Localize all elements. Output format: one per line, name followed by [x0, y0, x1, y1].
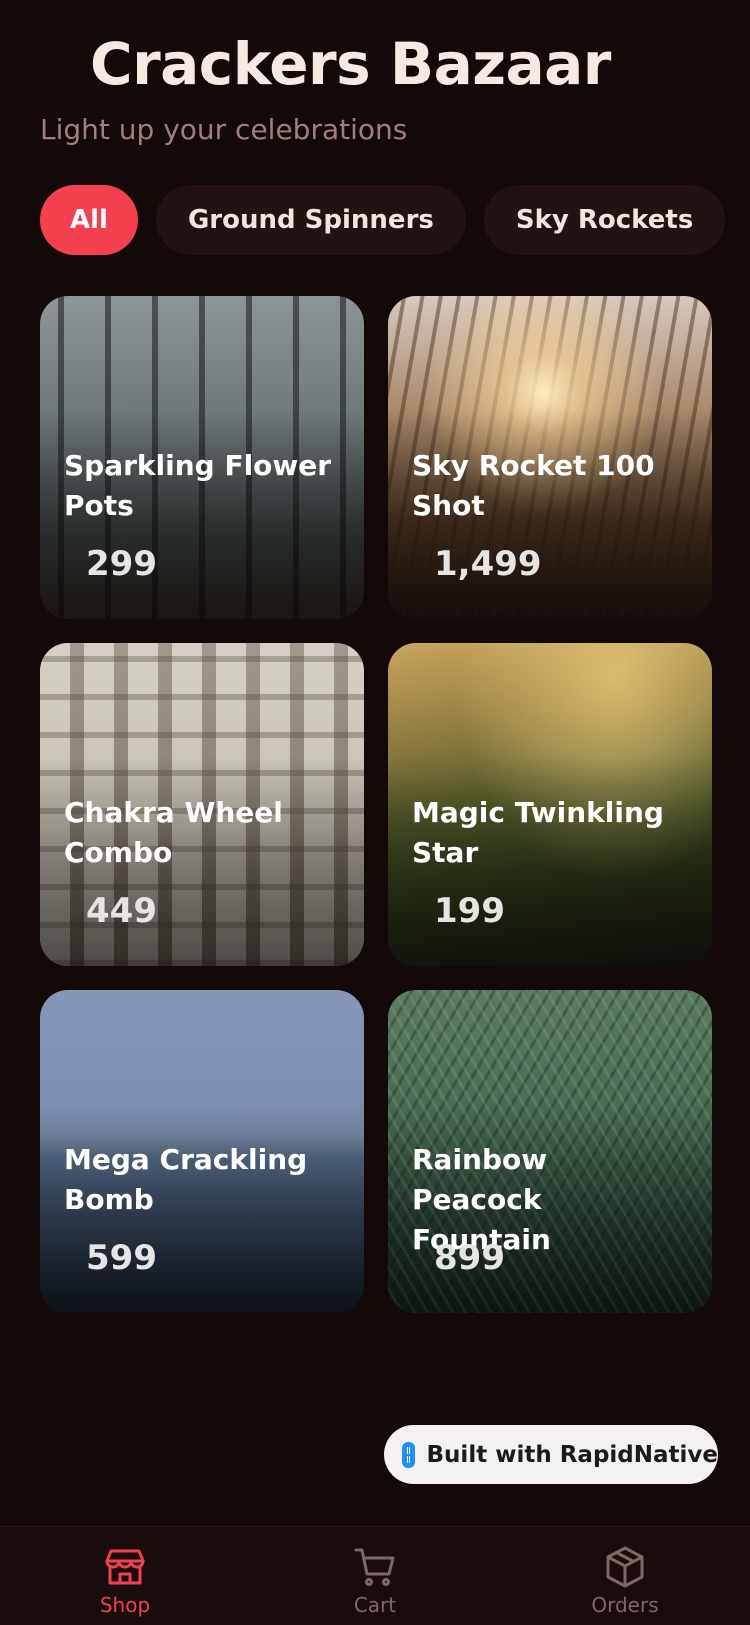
category-filter-bar: All Ground Spinners Sky Rockets [40, 185, 726, 255]
product-price: 1,499 [434, 544, 542, 584]
product-card[interactable]: Magic Twinkling Star 199 [388, 643, 712, 966]
built-with-badge[interactable]: Built with RapidNative [384, 1425, 718, 1484]
store-icon [105, 1549, 145, 1585]
product-price: 899 [434, 1238, 505, 1278]
product-price: 449 [86, 891, 157, 931]
category-chip-sky-rockets[interactable]: Sky Rockets [483, 185, 726, 255]
product-card[interactable]: Chakra Wheel Combo 449 [40, 643, 364, 966]
product-card[interactable]: Sky Rocket 100 Shot 1,499 [388, 296, 712, 619]
product-price: 599 [86, 1238, 157, 1278]
product-name: Sparkling Flower Pots [64, 449, 332, 522]
tab-shop[interactable]: Shop [50, 1545, 200, 1617]
product-name: Chakra Wheel Combo [64, 796, 283, 869]
page-title: Crackers Bazaar [90, 30, 611, 98]
product-card[interactable]: Mega Crackling Bomb 599 [40, 990, 364, 1313]
tab-cart-label: Cart [353, 1593, 397, 1617]
category-chip-ground-spinners[interactable]: Ground Spinners [155, 185, 466, 255]
product-name: Sky Rocket 100 Shot [412, 449, 655, 522]
tab-cart[interactable]: Cart [300, 1545, 450, 1617]
tab-orders[interactable]: Orders [550, 1545, 700, 1617]
badge-label: Built with RapidNative [426, 1441, 718, 1468]
tab-shop-label: Shop [99, 1593, 151, 1617]
product-grid: Sparkling Flower Pots 299 Sky Rocket 100… [40, 296, 712, 1313]
product-name: Magic Twinkling Star [412, 796, 664, 869]
page-subtitle: Light up your celebrations [40, 113, 408, 146]
product-price: 199 [434, 891, 505, 931]
tab-orders-label: Orders [591, 1593, 659, 1617]
product-name: Mega Crackling Bomb [64, 1143, 308, 1216]
rapidnative-logo-icon [402, 1441, 415, 1468]
cart-icon [354, 1548, 395, 1586]
bottom-tab-bar: Shop Cart Orders [0, 1526, 750, 1625]
product-card[interactable]: Rainbow Peacock Fountain 899 [388, 990, 712, 1313]
product-card[interactable]: Sparkling Flower Pots 299 [40, 296, 364, 619]
box-icon [606, 1546, 644, 1588]
category-chip-all[interactable]: All [40, 185, 138, 255]
product-price: 299 [86, 544, 157, 584]
